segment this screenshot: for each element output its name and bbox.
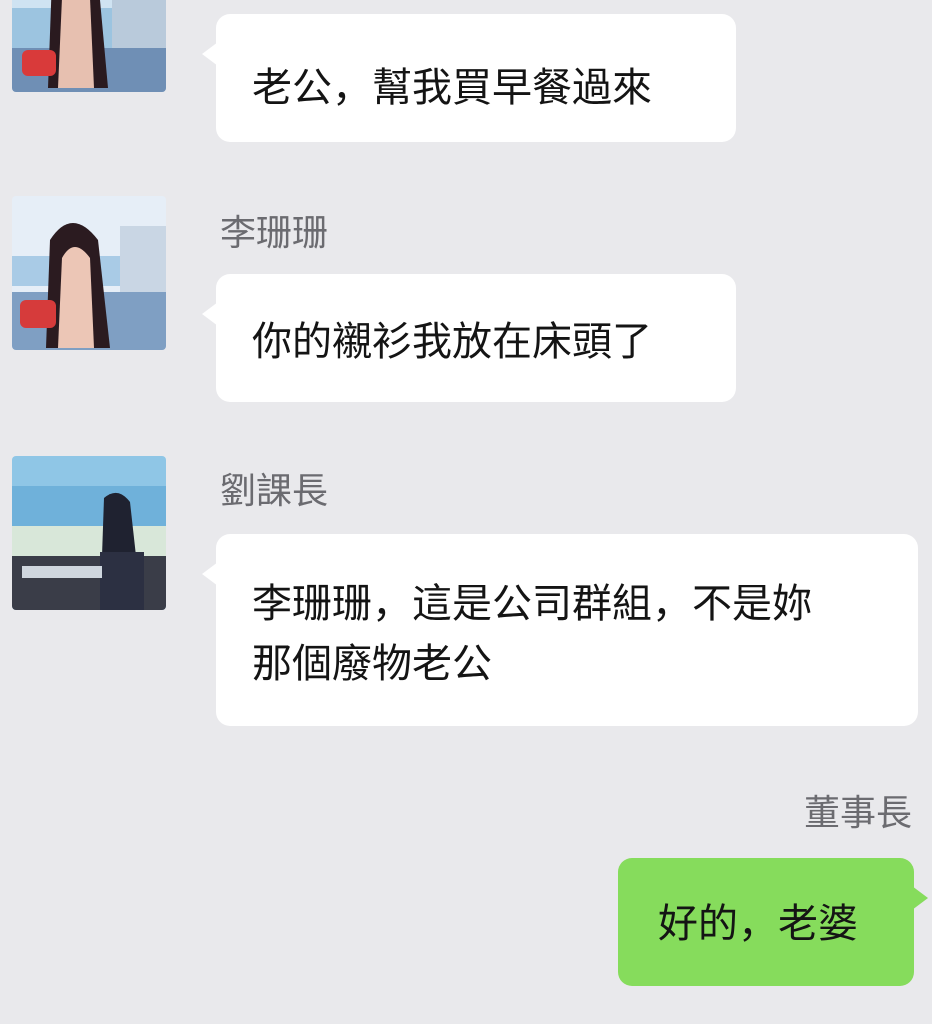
message-text-3-line-2: 那個廢物老公: [252, 641, 492, 687]
sender-name: 李珊珊: [220, 213, 329, 254]
message-text-2: 你的襯衫我放在床頭了: [252, 319, 652, 365]
message-bubble-3[interactable]: 李珊珊，這是公司群組，不是妳 那個廢物老公: [202, 534, 918, 726]
sender-avatar-woman[interactable]: [12, 0, 166, 92]
message-text-3-line-1: 李珊珊，這是公司群組，不是妳: [252, 581, 812, 627]
woman-long-hair-avatar-icon: [12, 196, 166, 350]
message-bubble-4[interactable]: 好的，老婆: [618, 858, 928, 986]
message-text-4: 好的，老婆: [658, 901, 858, 947]
message-text-1: 老公，幫我買早餐過來: [252, 65, 652, 111]
beach-person-avatar-icon: [12, 456, 166, 610]
sender-avatar-woman[interactable]: [12, 196, 166, 350]
message-bubble-1[interactable]: 老公，幫我買早餐過來: [202, 14, 736, 142]
sender-name: 董事長: [803, 793, 912, 834]
message-bubble-2[interactable]: 你的襯衫我放在床頭了: [202, 274, 736, 402]
sender-name: 劉課長: [220, 471, 329, 512]
sender-avatar-beach[interactable]: [12, 456, 166, 610]
woman-long-hair-avatar-icon: [12, 0, 166, 92]
